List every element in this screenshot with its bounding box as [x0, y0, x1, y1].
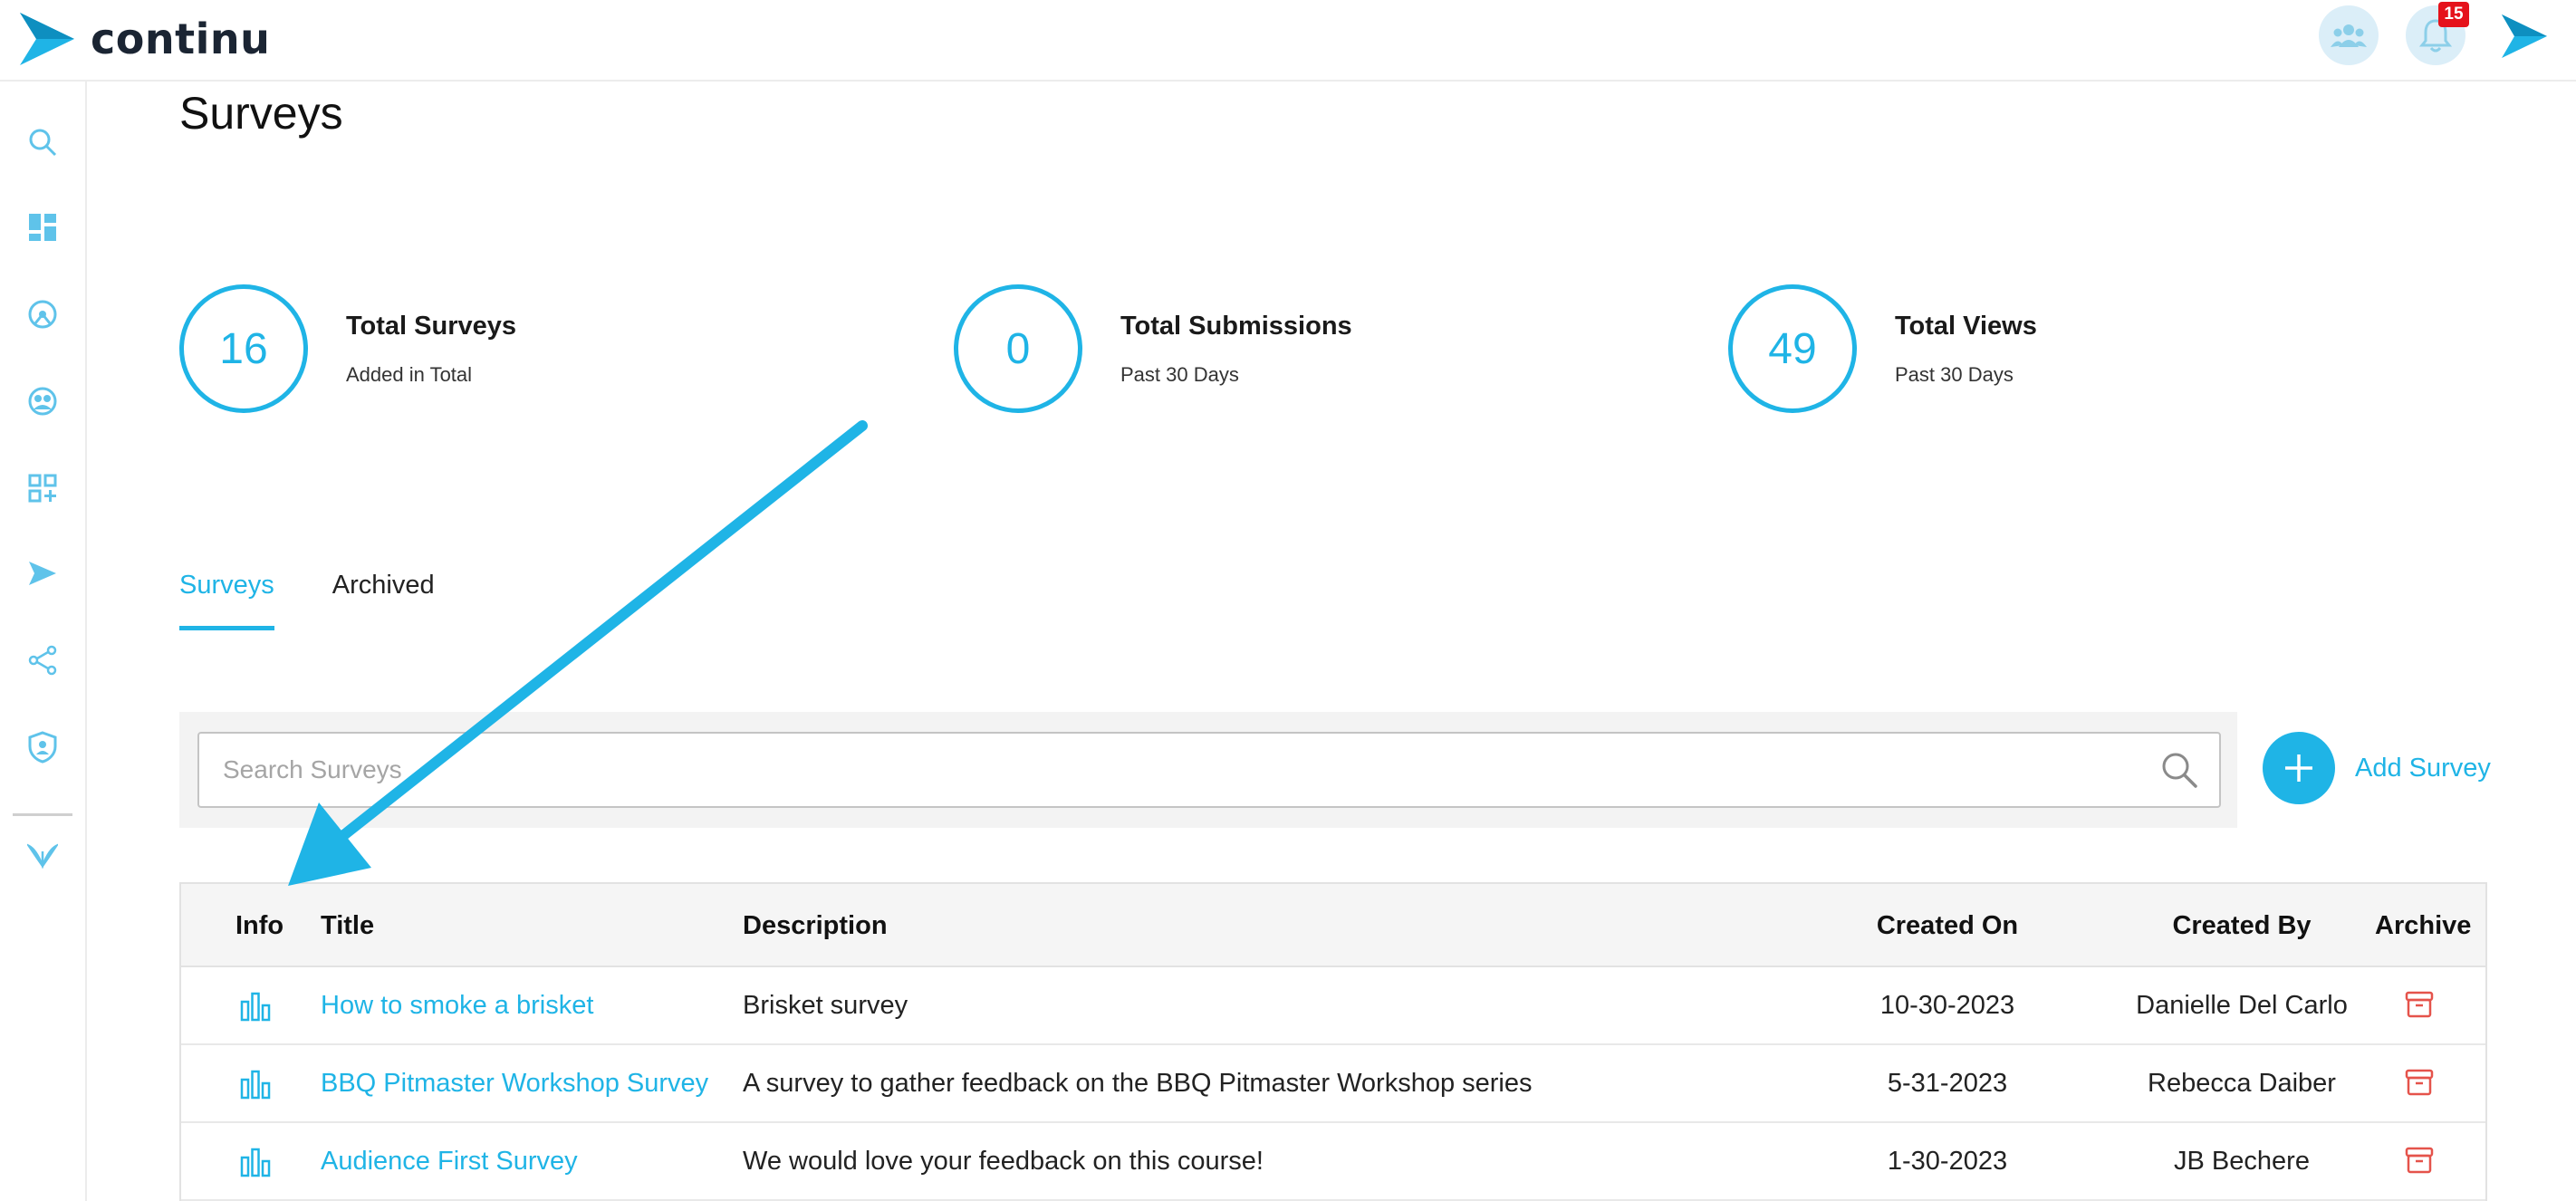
shield-user-icon [28, 731, 57, 764]
logo-text: continu [91, 14, 271, 63]
column-header-info: Info [235, 911, 284, 940]
dashboard-icon [29, 214, 56, 241]
page-title: Surveys [179, 88, 343, 139]
search-icon[interactable] [2159, 750, 2199, 790]
bar-chart-icon[interactable] [239, 1069, 272, 1100]
bar-chart-icon[interactable] [239, 1147, 272, 1177]
column-header-archive: Archive [2375, 911, 2472, 940]
notifications-button[interactable]: 15 [2406, 2, 2469, 65]
notification-count-badge: 15 [2438, 2, 2469, 27]
survey-created-on: 5-31-2023 [1887, 1069, 2008, 1098]
send-icon [29, 562, 56, 585]
stat-total-views: 49 Total Views Past 30 Days [1728, 284, 2037, 413]
plus-icon [2263, 732, 2335, 804]
survey-title-link[interactable]: How to smoke a brisket [321, 967, 593, 1043]
sidebar-item-search[interactable] [22, 121, 63, 163]
groups-icon [28, 387, 57, 416]
stat-label: Total Submissions [1120, 311, 1352, 341]
survey-title-link[interactable]: BBQ Pitmaster Workshop Survey [321, 1045, 708, 1121]
survey-created-by: JB Bechere [2174, 1147, 2310, 1176]
table-header: Info Title Description Created On Create… [181, 884, 2485, 967]
stat-value-circle: 0 [954, 284, 1082, 413]
stat-label: Total Views [1895, 311, 2037, 341]
brand-menu-button[interactable] [2500, 11, 2549, 66]
sidebar-item-send[interactable] [22, 552, 63, 594]
archive-box-icon[interactable] [2404, 1067, 2435, 1098]
search-panel [179, 712, 2237, 828]
sidebar-item-add-widget[interactable] [22, 467, 63, 509]
archive-box-icon[interactable] [2404, 1145, 2435, 1176]
logo-arrow-icon [20, 13, 74, 65]
stat-subtitle: Past 30 Days [1895, 362, 2014, 386]
column-header-description: Description [743, 911, 888, 940]
survey-created-on: 1-30-2023 [1887, 1147, 2008, 1176]
stat-value-circle: 16 [179, 284, 308, 413]
add-widget-icon [28, 474, 57, 503]
stat-label: Total Surveys [346, 311, 517, 341]
top-header: continu 15 [0, 0, 2576, 82]
brand-leaf-icon [27, 843, 58, 870]
survey-description: We would love your feedback on this cour… [743, 1147, 1264, 1176]
survey-tabs: Surveys Archived [179, 571, 493, 630]
team-icon [2331, 24, 2367, 47]
share-icon [28, 645, 57, 676]
search-box [197, 732, 2221, 808]
survey-title-link[interactable]: Audience First Survey [321, 1123, 578, 1199]
survey-description: Brisket survey [743, 991, 908, 1020]
column-header-created-on: Created On [1876, 911, 2019, 940]
sidebar-item-groups[interactable] [22, 380, 63, 422]
sidebar-item-share[interactable] [22, 639, 63, 681]
search-input[interactable] [223, 734, 2125, 806]
sidebar-item-dashboard[interactable] [22, 207, 63, 248]
stat-subtitle: Added in Total [346, 362, 473, 386]
explore-icon [28, 300, 57, 329]
stat-value-circle: 49 [1728, 284, 1857, 413]
bar-chart-icon[interactable] [239, 991, 272, 1022]
sidebar-item-explore[interactable] [22, 293, 63, 335]
sidebar-item-admin[interactable] [22, 726, 63, 768]
table-row: How to smoke a brisket Brisket survey 10… [181, 967, 2485, 1045]
sidebar-divider [13, 813, 72, 816]
brand-arrow-icon [2502, 14, 2547, 58]
add-survey-button[interactable]: Add Survey [2263, 732, 2491, 804]
table-row: Audience First Survey We would love your… [181, 1123, 2485, 1201]
archive-box-icon[interactable] [2404, 989, 2435, 1020]
survey-description: A survey to gather feedback on the BBQ P… [743, 1069, 1533, 1098]
column-header-title: Title [321, 911, 375, 940]
add-survey-label: Add Survey [2355, 753, 2491, 783]
table-row: BBQ Pitmaster Workshop Survey A survey t… [181, 1045, 2485, 1123]
stat-total-surveys: 16 Total Surveys Added in Total [179, 284, 516, 413]
survey-created-on: 10-30-2023 [1879, 991, 2015, 1020]
surveys-table: Info Title Description Created On Create… [179, 882, 2487, 1201]
tab-archived[interactable]: Archived [332, 571, 435, 630]
sidebar-item-brand[interactable] [22, 835, 63, 877]
search-icon [29, 129, 57, 157]
team-button[interactable] [2319, 5, 2379, 65]
survey-created-by: Danielle Del Carlo [2136, 991, 2348, 1020]
survey-created-by: Rebecca Daiber [2148, 1069, 2336, 1098]
tab-surveys[interactable]: Surveys [179, 571, 274, 630]
app-logo[interactable]: continu [18, 9, 270, 69]
stat-total-submissions: 0 Total Submissions Past 30 Days [954, 284, 1352, 413]
stat-subtitle: Past 30 Days [1120, 362, 1239, 386]
left-sidebar [0, 82, 87, 1201]
column-header-created-by: Created By [2172, 911, 2312, 940]
